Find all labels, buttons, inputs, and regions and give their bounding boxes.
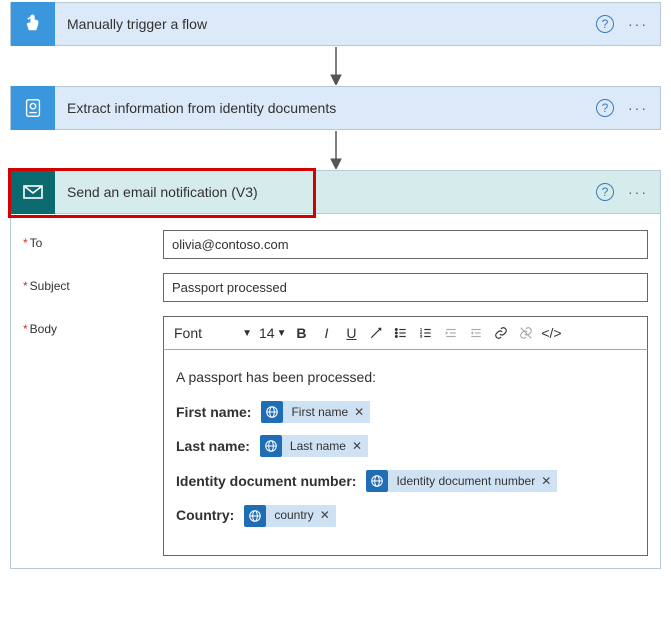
help-icon[interactable]: ? bbox=[596, 15, 614, 33]
bullets-button[interactable] bbox=[389, 321, 413, 345]
underline-button[interactable]: U bbox=[339, 321, 363, 345]
document-ai-icon bbox=[11, 86, 55, 130]
last-name-label: Last name: bbox=[176, 433, 250, 460]
idnum-label: Identity document number: bbox=[176, 468, 356, 495]
step-trigger[interactable]: Manually trigger a flow ? ··· bbox=[10, 2, 661, 46]
input-to[interactable] bbox=[163, 230, 648, 259]
touch-icon bbox=[11, 2, 55, 46]
svg-text:3: 3 bbox=[421, 335, 423, 339]
more-icon[interactable]: ··· bbox=[628, 100, 648, 116]
dynamic-content-icon bbox=[260, 435, 282, 457]
row-body: *Body Font ▼ 14 ▼ B I U bbox=[23, 316, 648, 556]
row-subject: *Subject bbox=[23, 273, 648, 302]
label-to: *To bbox=[23, 230, 163, 250]
size-select[interactable]: 14 ▼ bbox=[257, 323, 288, 343]
body-line-first: First name: First name ✕ bbox=[176, 399, 635, 426]
caret-down-icon: ▼ bbox=[277, 328, 287, 339]
label-body: *Body bbox=[23, 316, 163, 336]
arrow-connector bbox=[10, 130, 661, 170]
token-first-name[interactable]: First name ✕ bbox=[261, 401, 370, 423]
label-subject: *Subject bbox=[23, 273, 163, 293]
first-name-label: First name: bbox=[176, 399, 251, 426]
help-icon[interactable]: ? bbox=[596, 99, 614, 117]
unlink-button[interactable] bbox=[514, 321, 538, 345]
remove-token-icon[interactable]: ✕ bbox=[352, 435, 362, 458]
numbered-button[interactable]: 123 bbox=[414, 321, 438, 345]
code-view-button[interactable]: </> bbox=[539, 321, 563, 345]
dynamic-content-icon bbox=[366, 470, 388, 492]
font-select[interactable]: Font ▼ bbox=[170, 323, 256, 343]
step-trigger-title: Manually trigger a flow bbox=[55, 16, 596, 32]
input-subject[interactable] bbox=[163, 273, 648, 302]
color-button[interactable] bbox=[364, 321, 388, 345]
token-label: Last name bbox=[290, 435, 346, 458]
step-email[interactable]: Send an email notification (V3) ? ··· bbox=[10, 170, 661, 214]
token-label: First name bbox=[291, 401, 348, 424]
step-extract-title: Extract information from identity docume… bbox=[55, 100, 596, 116]
more-icon[interactable]: ··· bbox=[628, 16, 648, 32]
size-select-label: 14 bbox=[259, 325, 275, 341]
body-line-country: Country: country ✕ bbox=[176, 502, 635, 529]
italic-button[interactable]: I bbox=[314, 321, 338, 345]
indent-button[interactable] bbox=[464, 321, 488, 345]
mail-icon bbox=[11, 170, 55, 214]
token-idnum[interactable]: Identity document number ✕ bbox=[366, 470, 557, 492]
token-country[interactable]: country ✕ bbox=[244, 505, 335, 527]
token-label: country bbox=[274, 504, 313, 527]
body-intro: A passport has been processed: bbox=[176, 364, 635, 391]
remove-token-icon[interactable]: ✕ bbox=[354, 401, 364, 424]
font-select-label: Font bbox=[174, 325, 202, 341]
row-to: *To bbox=[23, 230, 648, 259]
step-email-title: Send an email notification (V3) bbox=[55, 184, 596, 200]
body-line-last: Last name: Last name ✕ bbox=[176, 433, 635, 460]
caret-down-icon: ▼ bbox=[242, 328, 252, 339]
more-icon[interactable]: ··· bbox=[628, 184, 648, 200]
help-icon[interactable]: ? bbox=[596, 183, 614, 201]
body-editor[interactable]: A passport has been processed: First nam… bbox=[163, 350, 648, 556]
arrow-connector bbox=[10, 46, 661, 86]
step-extract[interactable]: Extract information from identity docume… bbox=[10, 86, 661, 130]
outdent-button[interactable] bbox=[439, 321, 463, 345]
link-button[interactable] bbox=[489, 321, 513, 345]
token-last-name[interactable]: Last name ✕ bbox=[260, 435, 368, 457]
body-line-idnum: Identity document number: Identity docum… bbox=[176, 468, 635, 495]
remove-token-icon[interactable]: ✕ bbox=[541, 470, 551, 493]
rich-text-toolbar: Font ▼ 14 ▼ B I U 123 bbox=[163, 316, 648, 350]
dynamic-content-icon bbox=[244, 505, 266, 527]
step-email-body: *To *Subject *Body Font ▼ 14 ▼ B I U bbox=[10, 214, 661, 569]
country-label: Country: bbox=[176, 502, 234, 529]
bold-button[interactable]: B bbox=[289, 321, 313, 345]
dynamic-content-icon bbox=[261, 401, 283, 423]
token-label: Identity document number bbox=[396, 470, 535, 493]
remove-token-icon[interactable]: ✕ bbox=[320, 504, 330, 527]
